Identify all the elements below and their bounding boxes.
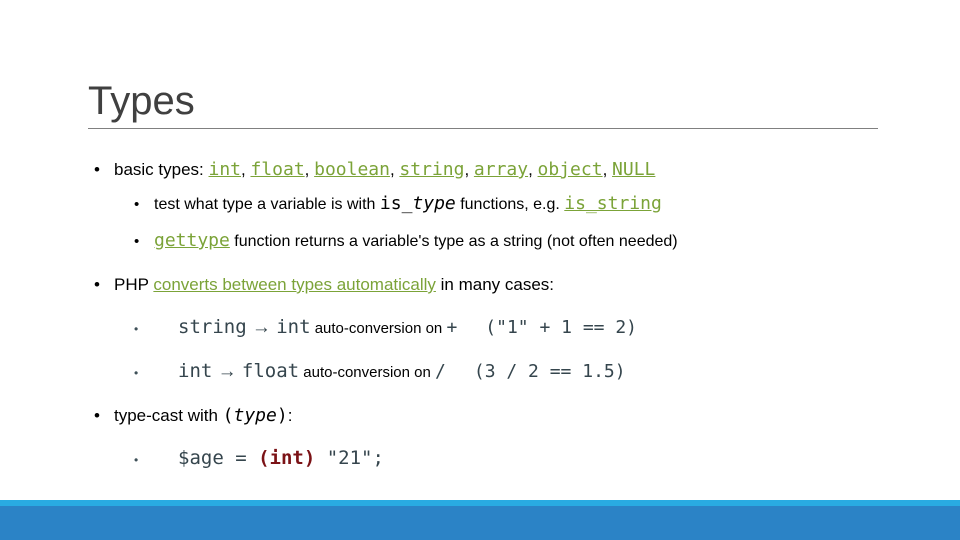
- conv2-to-type: float: [241, 360, 300, 382]
- sep-4: ,: [464, 160, 474, 179]
- list-item: • $age = (int) "21";: [88, 447, 918, 471]
- sep-6: ,: [602, 160, 613, 179]
- list-item: • basic types: int, float, boolean, stri…: [88, 158, 918, 181]
- basic-types-lead: basic types:: [114, 160, 209, 179]
- type-string: string: [399, 159, 465, 180]
- conv2-operator: /: [435, 361, 446, 382]
- title-divider: [88, 128, 878, 129]
- type-int: int: [208, 159, 242, 180]
- bullet-marker: •: [134, 453, 139, 467]
- list-item: • int → float auto-conversion on / (3 / 2…: [88, 360, 918, 384]
- typecast-paren-close: ): [276, 405, 288, 426]
- sep-2: ,: [304, 160, 315, 179]
- conv2-arrow-icon: →: [212, 361, 242, 382]
- slide: Types • basic types: int, float, boolean…: [0, 0, 960, 540]
- bullet-marker: •: [94, 275, 100, 294]
- list-item: • PHP converts between types automatical…: [88, 273, 918, 296]
- converts-automatically-link: converts between types automatically: [153, 275, 436, 294]
- gettype-code: gettype: [154, 230, 230, 251]
- conv1-from-type: string: [178, 316, 247, 338]
- page-title: Types: [88, 79, 195, 123]
- cast-example-cast: (int): [258, 447, 316, 469]
- sep-5: ,: [528, 160, 538, 179]
- conv1-text: auto-conversion on: [310, 320, 447, 337]
- conv1-arrow-icon: →: [246, 317, 277, 338]
- typecast-paren-open: (: [222, 405, 234, 426]
- conv1-example: ("1" + 1 == 2): [485, 317, 638, 338]
- type-float: float: [250, 159, 305, 180]
- list-item: • test what type a variable is with is_t…: [88, 193, 918, 216]
- list-item: • string → int auto-conversion on + ("1" …: [88, 316, 918, 340]
- cast-example-var: $age: [178, 447, 236, 469]
- cast-example-equals: =: [235, 447, 259, 469]
- is-type-italic: type: [412, 193, 456, 214]
- is-type-mid: functions, e.g.: [455, 196, 565, 213]
- sep-3: ,: [389, 160, 400, 179]
- conv2-from-type: int: [178, 360, 213, 382]
- bullet-list: • basic types: int, float, boolean, stri…: [88, 158, 918, 485]
- bullet-marker: •: [134, 196, 140, 213]
- is-prefix-code: is_: [379, 193, 413, 214]
- bullet-marker: •: [94, 160, 100, 179]
- list-item-text: string → int auto-conversion on + ("1" + …: [154, 316, 637, 340]
- is-string-code: is_string: [564, 193, 662, 214]
- accent-band-main: [0, 506, 960, 540]
- is-type-lead: test what type a variable is with: [154, 196, 380, 213]
- list-item: • type-cast with (type):: [88, 404, 918, 427]
- bullet-marker: •: [134, 366, 139, 380]
- list-item-text: PHP converts between types automatically…: [114, 273, 554, 296]
- cast-example-value: "21";: [315, 447, 384, 469]
- list-item-text: test what type a variable is with is_typ…: [154, 193, 662, 216]
- type-object: object: [537, 159, 603, 180]
- php-converts-lead: PHP: [114, 275, 154, 294]
- php-converts-rest: in many cases:: [435, 275, 555, 294]
- list-item-text: basic types: int, float, boolean, string…: [114, 158, 655, 181]
- typecast-trail: :: [287, 406, 293, 425]
- list-item-text: type-cast with (type):: [114, 404, 292, 427]
- conv1-operator: +: [446, 317, 458, 338]
- bullet-marker: •: [94, 406, 100, 425]
- type-null: NULL: [612, 159, 656, 180]
- bullet-marker: •: [134, 233, 140, 250]
- list-item-text: int → float auto-conversion on / (3 / 2 =…: [154, 360, 626, 384]
- conv2-example: (3 / 2 == 1.5): [473, 361, 626, 382]
- list-item-text: gettype function returns a variable's ty…: [154, 230, 678, 253]
- list-item-text: $age = (int) "21";: [154, 447, 384, 471]
- type-array: array: [473, 159, 529, 180]
- conv2-text: auto-conversion on: [299, 364, 436, 381]
- type-boolean: boolean: [314, 159, 390, 180]
- gettype-rest: function returns a variable's type as a …: [229, 233, 678, 250]
- list-item: • gettype function returns a variable's …: [88, 230, 918, 253]
- typecast-type-italic: type: [233, 405, 277, 426]
- bullet-marker: •: [134, 322, 139, 336]
- conv1-to-type: int: [276, 316, 311, 338]
- typecast-lead: type-cast with: [114, 406, 223, 425]
- title-block: Types: [88, 78, 878, 129]
